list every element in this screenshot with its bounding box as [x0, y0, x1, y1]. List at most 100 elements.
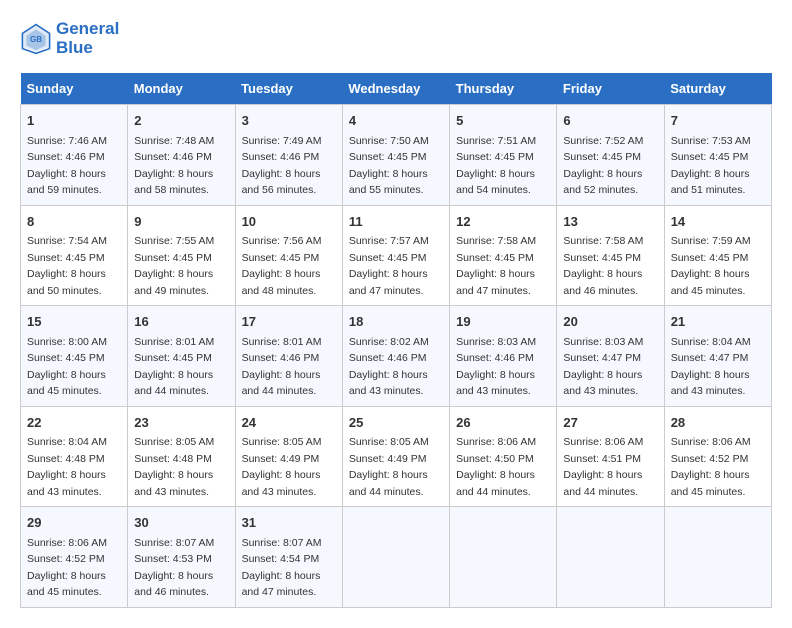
logo-icon: GB — [20, 23, 52, 55]
day-info: Sunrise: 8:07 AMSunset: 4:54 PMDaylight:… — [242, 537, 322, 599]
calendar-cell: 25Sunrise: 8:05 AMSunset: 4:49 PMDayligh… — [342, 406, 449, 507]
day-info: Sunrise: 8:00 AMSunset: 4:45 PMDaylight:… — [27, 336, 107, 398]
calendar-cell: 27Sunrise: 8:06 AMSunset: 4:51 PMDayligh… — [557, 406, 664, 507]
calendar-cell: 9 Sunrise: 7:55 AMSunset: 4:45 PMDaylight… — [128, 205, 235, 306]
calendar-cell: 24Sunrise: 8:05 AMSunset: 4:49 PMDayligh… — [235, 406, 342, 507]
calendar-cell — [342, 507, 449, 608]
col-header-friday: Friday — [557, 73, 664, 105]
day-number: 24 — [242, 413, 336, 433]
day-number: 10 — [242, 212, 336, 232]
calendar-cell: 10 Sunrise: 7:56 AMSunset: 4:45 PMDayligh… — [235, 205, 342, 306]
day-number: 14 — [671, 212, 765, 232]
day-number: 5 — [456, 111, 550, 131]
day-number: 20 — [563, 312, 657, 332]
calendar-cell: 19 Sunrise: 8:03 AMSunset: 4:46 PMDayligh… — [450, 306, 557, 407]
day-info: Sunrise: 8:03 AMSunset: 4:46 PMDaylight:… — [456, 336, 536, 398]
calendar-cell: 8 Sunrise: 7:54 AMSunset: 4:45 PMDaylight… — [21, 205, 128, 306]
calendar-cell: 23Sunrise: 8:05 AMSunset: 4:48 PMDayligh… — [128, 406, 235, 507]
day-info: Sunrise: 7:54 AMSunset: 4:45 PMDaylight:… — [27, 235, 107, 297]
day-info: Sunrise: 7:58 AMSunset: 4:45 PMDaylight:… — [563, 235, 643, 297]
calendar-cell: 15 Sunrise: 8:00 AMSunset: 4:45 PMDayligh… — [21, 306, 128, 407]
day-info: Sunrise: 7:56 AMSunset: 4:45 PMDaylight:… — [242, 235, 322, 297]
calendar-week-4: 22 Sunrise: 8:04 AMSunset: 4:48 PMDayligh… — [21, 406, 772, 507]
day-info: Sunrise: 8:03 AMSunset: 4:47 PMDaylight:… — [563, 336, 643, 398]
day-number: 1 — [27, 111, 121, 131]
day-info: Sunrise: 8:05 AMSunset: 4:49 PMDaylight:… — [349, 436, 429, 498]
day-info: Sunrise: 8:06 AMSunset: 4:50 PMDaylight:… — [456, 436, 536, 498]
calendar-cell: 12 Sunrise: 7:58 AMSunset: 4:45 PMDayligh… — [450, 205, 557, 306]
calendar-cell: 21 Sunrise: 8:04 AMSunset: 4:47 PMDayligh… — [664, 306, 771, 407]
day-number: 2 — [134, 111, 228, 131]
day-info: Sunrise: 8:01 AMSunset: 4:45 PMDaylight:… — [134, 336, 214, 398]
day-info: Sunrise: 8:04 AMSunset: 4:47 PMDaylight:… — [671, 336, 751, 398]
day-number: 8 — [27, 212, 121, 232]
calendar-cell: 20 Sunrise: 8:03 AMSunset: 4:47 PMDayligh… — [557, 306, 664, 407]
day-info: Sunrise: 8:02 AMSunset: 4:46 PMDaylight:… — [349, 336, 429, 398]
calendar-header: SundayMondayTuesdayWednesdayThursdayFrid… — [21, 73, 772, 105]
calendar-week-3: 15 Sunrise: 8:00 AMSunset: 4:45 PMDayligh… — [21, 306, 772, 407]
day-number: 31 — [242, 513, 336, 533]
calendar-cell: 29 Sunrise: 8:06 AMSunset: 4:52 PMDayligh… — [21, 507, 128, 608]
calendar-cell: 22 Sunrise: 8:04 AMSunset: 4:48 PMDayligh… — [21, 406, 128, 507]
day-number: 19 — [456, 312, 550, 332]
calendar-cell: 1 Sunrise: 7:46 AMSunset: 4:46 PMDaylight… — [21, 105, 128, 206]
calendar-week-2: 8 Sunrise: 7:54 AMSunset: 4:45 PMDaylight… — [21, 205, 772, 306]
calendar-cell — [450, 507, 557, 608]
calendar-cell: 17Sunrise: 8:01 AMSunset: 4:46 PMDayligh… — [235, 306, 342, 407]
day-number: 22 — [27, 413, 121, 433]
calendar-cell: 7 Sunrise: 7:53 AMSunset: 4:45 PMDaylight… — [664, 105, 771, 206]
col-header-monday: Monday — [128, 73, 235, 105]
day-number: 12 — [456, 212, 550, 232]
day-number: 9 — [134, 212, 228, 232]
day-info: Sunrise: 7:46 AMSunset: 4:46 PMDaylight:… — [27, 135, 107, 197]
col-header-saturday: Saturday — [664, 73, 771, 105]
day-info: Sunrise: 7:50 AMSunset: 4:45 PMDaylight:… — [349, 135, 429, 197]
day-info: Sunrise: 8:07 AMSunset: 4:53 PMDaylight:… — [134, 537, 214, 599]
calendar-cell: 2Sunrise: 7:48 AMSunset: 4:46 PMDaylight… — [128, 105, 235, 206]
calendar-cell — [557, 507, 664, 608]
day-info: Sunrise: 7:49 AMSunset: 4:46 PMDaylight:… — [242, 135, 322, 197]
day-number: 26 — [456, 413, 550, 433]
calendar-cell: 14 Sunrise: 7:59 AMSunset: 4:45 PMDayligh… — [664, 205, 771, 306]
calendar-week-5: 29 Sunrise: 8:06 AMSunset: 4:52 PMDayligh… — [21, 507, 772, 608]
day-number: 30 — [134, 513, 228, 533]
day-number: 29 — [27, 513, 121, 533]
day-info: Sunrise: 7:51 AMSunset: 4:45 PMDaylight:… — [456, 135, 536, 197]
day-info: Sunrise: 8:04 AMSunset: 4:48 PMDaylight:… — [27, 436, 107, 498]
day-info: Sunrise: 7:59 AMSunset: 4:45 PMDaylight:… — [671, 235, 751, 297]
calendar-cell: 31 Sunrise: 8:07 AMSunset: 4:54 PMDayligh… — [235, 507, 342, 608]
day-number: 4 — [349, 111, 443, 131]
calendar-cell: 13Sunrise: 7:58 AMSunset: 4:45 PMDayligh… — [557, 205, 664, 306]
day-number: 3 — [242, 111, 336, 131]
day-number: 15 — [27, 312, 121, 332]
calendar-cell: 11 Sunrise: 7:57 AMSunset: 4:45 PMDayligh… — [342, 205, 449, 306]
day-info: Sunrise: 7:57 AMSunset: 4:45 PMDaylight:… — [349, 235, 429, 297]
calendar-cell: 28 Sunrise: 8:06 AMSunset: 4:52 PMDayligh… — [664, 406, 771, 507]
day-info: Sunrise: 7:58 AMSunset: 4:45 PMDaylight:… — [456, 235, 536, 297]
day-info: Sunrise: 8:06 AMSunset: 4:51 PMDaylight:… — [563, 436, 643, 498]
day-number: 28 — [671, 413, 765, 433]
day-info: Sunrise: 8:06 AMSunset: 4:52 PMDaylight:… — [671, 436, 751, 498]
day-info: Sunrise: 8:06 AMSunset: 4:52 PMDaylight:… — [27, 537, 107, 599]
day-info: Sunrise: 7:55 AMSunset: 4:45 PMDaylight:… — [134, 235, 214, 297]
col-header-sunday: Sunday — [21, 73, 128, 105]
day-number: 17 — [242, 312, 336, 332]
day-info: Sunrise: 7:52 AMSunset: 4:45 PMDaylight:… — [563, 135, 643, 197]
calendar-cell: 30 Sunrise: 8:07 AMSunset: 4:53 PMDayligh… — [128, 507, 235, 608]
logo: GB General Blue — [20, 20, 119, 57]
page-header: GB General Blue — [20, 20, 772, 57]
calendar-cell: 4 Sunrise: 7:50 AMSunset: 4:45 PMDaylight… — [342, 105, 449, 206]
day-number: 16 — [134, 312, 228, 332]
calendar-cell — [664, 507, 771, 608]
day-number: 7 — [671, 111, 765, 131]
day-info: Sunrise: 8:05 AMSunset: 4:48 PMDaylight:… — [134, 436, 214, 498]
calendar-table: SundayMondayTuesdayWednesdayThursdayFrid… — [20, 73, 772, 608]
calendar-cell: 16 Sunrise: 8:01 AMSunset: 4:45 PMDayligh… — [128, 306, 235, 407]
day-info: Sunrise: 7:53 AMSunset: 4:45 PMDaylight:… — [671, 135, 751, 197]
col-header-wednesday: Wednesday — [342, 73, 449, 105]
calendar-cell: 6Sunrise: 7:52 AMSunset: 4:45 PMDaylight… — [557, 105, 664, 206]
calendar-cell: 5 Sunrise: 7:51 AMSunset: 4:45 PMDaylight… — [450, 105, 557, 206]
day-number: 11 — [349, 212, 443, 232]
calendar-cell: 18Sunrise: 8:02 AMSunset: 4:46 PMDayligh… — [342, 306, 449, 407]
day-number: 21 — [671, 312, 765, 332]
